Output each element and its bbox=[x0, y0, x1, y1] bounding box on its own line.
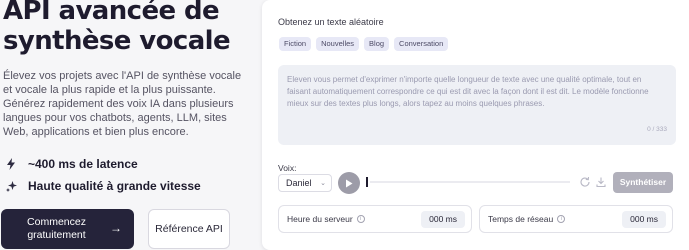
synthesize-button[interactable]: Synthétiser bbox=[613, 172, 673, 193]
tts-text-input[interactable]: Eleven vous permet d'exprimer n'importe … bbox=[278, 65, 676, 145]
network-time-label-group: Temps de réseau i bbox=[488, 214, 566, 224]
feature-latency: ~400 ms de latence bbox=[3, 156, 138, 172]
character-counter: 0 / 333 bbox=[647, 126, 667, 133]
lightning-icon bbox=[3, 156, 19, 172]
voice-select[interactable]: Daniel ⌄ bbox=[278, 174, 332, 192]
info-icon[interactable]: i bbox=[356, 215, 365, 223]
metric-value: 000 ms bbox=[622, 211, 666, 228]
chevron-down-icon: ⌄ bbox=[320, 180, 326, 187]
info-icon[interactable]: i bbox=[557, 215, 566, 223]
playback-position-handle[interactable] bbox=[366, 177, 368, 187]
hero-title: API avancée de synthèse vocale bbox=[3, 0, 231, 56]
chip-conversation[interactable]: Conversation bbox=[394, 37, 449, 51]
random-text-label: Obtenez un texte aléatoire bbox=[278, 17, 384, 27]
voice-select-value: Daniel bbox=[286, 178, 312, 188]
arrow-right-icon: → bbox=[110, 221, 122, 235]
feature-label: Haute qualité à grande vitesse bbox=[28, 179, 201, 193]
sparkles-icon bbox=[3, 178, 19, 194]
network-time-metric: Temps de réseau i 000 ms bbox=[479, 205, 673, 233]
api-reference-button[interactable]: Référence API bbox=[148, 209, 230, 249]
feature-label: ~400 ms de latence bbox=[28, 157, 138, 171]
chip-news[interactable]: Nouvelles bbox=[316, 37, 360, 51]
chip-blog[interactable]: Blog bbox=[364, 37, 390, 51]
server-time-label-group: Heure du serveur i bbox=[287, 214, 365, 224]
textarea-placeholder: Eleven vous permet d'exprimer n'importe … bbox=[287, 75, 649, 108]
refresh-icon[interactable] bbox=[579, 176, 591, 188]
server-time-metric: Heure du serveur i 000 ms bbox=[278, 205, 472, 233]
start-free-label: Commencez gratuitement bbox=[27, 216, 86, 241]
metric-label: Heure du serveur bbox=[287, 214, 353, 224]
feature-quality: Haute qualité à grande vitesse bbox=[3, 178, 201, 194]
hero-section: API avancée de synthèse vocale Élevez vo… bbox=[0, 0, 250, 250]
playback-progress-track[interactable] bbox=[370, 181, 570, 183]
metric-label: Temps de réseau bbox=[488, 214, 554, 224]
text-category-chips: Fiction Nouvelles Blog Conversation bbox=[279, 37, 449, 51]
hero-description: Élevez vos projets avec l'API de synthès… bbox=[3, 70, 242, 138]
play-icon bbox=[346, 179, 353, 187]
play-button[interactable] bbox=[338, 172, 360, 194]
download-icon[interactable] bbox=[595, 176, 607, 188]
start-free-button[interactable]: Commencez gratuitement → bbox=[1, 209, 134, 249]
tts-demo-panel: Obtenez un texte aléatoire Fiction Nouve… bbox=[262, 0, 689, 250]
chip-fiction[interactable]: Fiction bbox=[279, 37, 312, 51]
metric-value: 000 ms bbox=[421, 211, 465, 228]
voice-label: Voix: bbox=[278, 163, 297, 173]
